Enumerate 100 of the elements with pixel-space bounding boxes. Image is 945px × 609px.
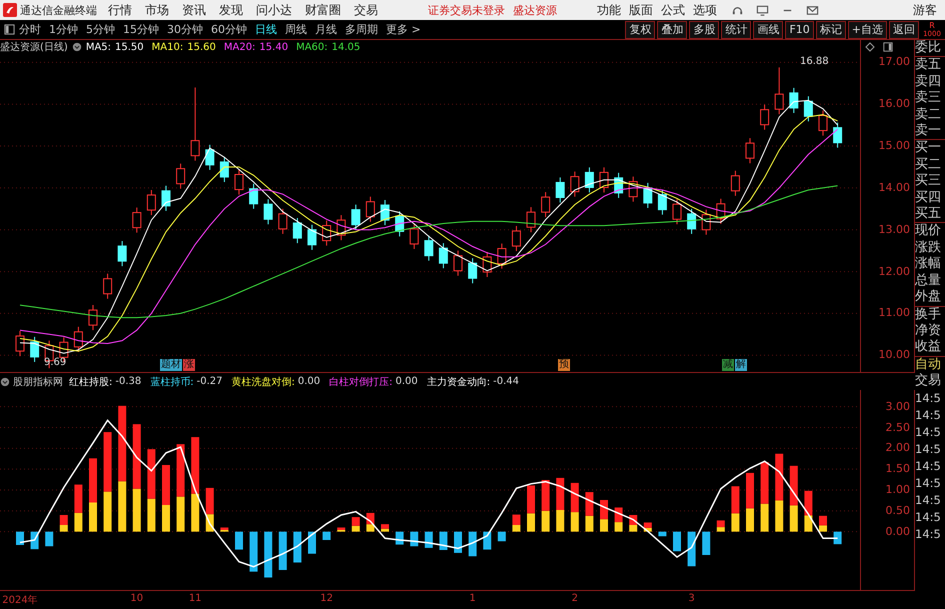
candlestick — [570, 171, 580, 198]
trade-mode-label[interactable]: 自动 — [915, 356, 945, 374]
indicator-label: 红柱持股: — [69, 376, 112, 388]
trade-time: 14:5 — [915, 406, 942, 424]
menu-item[interactable]: 公式 — [661, 2, 685, 18]
time-axis-label: 1 — [469, 593, 476, 604]
price-axis-label: 12.00 — [878, 264, 910, 278]
bar — [45, 532, 54, 546]
candlestick — [454, 250, 462, 276]
period-tab[interactable]: 日线 — [255, 22, 277, 37]
bar — [498, 532, 506, 542]
quote-field-label: 总量 — [915, 272, 942, 290]
trade-time: 14:5 — [915, 508, 942, 526]
menu-item[interactable]: 版面 — [629, 2, 653, 18]
bar — [819, 525, 827, 532]
quote-field-label: 卖一 — [915, 123, 942, 140]
bar — [439, 532, 448, 550]
event-marker[interactable]: 减 — [722, 359, 734, 371]
menu-item[interactable]: 资讯 — [182, 2, 206, 18]
candlestick — [687, 208, 696, 234]
toolbar-button[interactable]: 标记 — [816, 20, 846, 38]
bar — [176, 444, 185, 497]
candlestick — [190, 86, 200, 162]
status-text: 盛达资源 — [513, 2, 557, 18]
bar — [570, 482, 579, 512]
candlestick — [672, 198, 682, 225]
bar — [264, 532, 272, 578]
chart-title: 盛达资源(日线) — [0, 40, 68, 54]
toolbar-button[interactable]: 复权 — [625, 20, 656, 38]
menu-item[interactable]: 选项 — [693, 2, 717, 18]
monitor-icon[interactable] — [756, 4, 769, 16]
price-axis-label: 10.00 — [878, 348, 910, 362]
time-axis-label: 10 — [130, 593, 144, 604]
panel-toggle-icon[interactable] — [4, 24, 15, 35]
bar — [819, 516, 827, 526]
period-tab[interactable]: 周线 — [285, 22, 307, 37]
ma-legend-name: MA10: — [152, 42, 184, 52]
bar — [556, 478, 564, 510]
period-tab[interactable]: 30分钟 — [167, 22, 203, 37]
candlestick — [424, 235, 434, 262]
menu-item[interactable]: 发现 — [219, 2, 243, 18]
period-tab[interactable]: 5分钟 — [86, 22, 115, 37]
period-tab[interactable]: 60分钟 — [211, 22, 247, 37]
toolbar-button[interactable]: 多股 — [689, 20, 720, 38]
event-marker[interactable]: 题材 — [160, 359, 182, 371]
bar — [702, 532, 710, 555]
toolbar-button[interactable]: +自选 — [848, 20, 887, 38]
candlestick — [103, 273, 112, 300]
toolbar-button[interactable]: 画线 — [753, 20, 784, 38]
time-axis-label: 12 — [320, 593, 333, 604]
bar — [600, 519, 608, 532]
trade-time: 14:5 — [915, 474, 942, 492]
event-marker[interactable]: 预 — [558, 359, 570, 371]
period-tab[interactable]: 15分钟 — [123, 22, 159, 37]
toolbar-button[interactable]: 返回 — [889, 20, 919, 38]
bar — [16, 532, 24, 545]
trade-time: 14:5 — [915, 526, 942, 543]
menu-item[interactable]: 行情 — [108, 2, 132, 18]
bar — [250, 532, 258, 572]
menu-item[interactable]: 财富圈 — [305, 2, 341, 18]
menu-item[interactable]: 问小达 — [256, 2, 292, 18]
indicator-label: 蓝柱持币: — [150, 376, 194, 388]
corner-label: R — [929, 22, 935, 30]
quote-field-label: 涨跌 — [915, 240, 942, 256]
period-tab[interactable]: 月线 — [315, 22, 337, 37]
bar — [89, 502, 97, 532]
candlestick — [541, 192, 550, 218]
toolbar-button[interactable]: F10 — [785, 20, 814, 38]
period-tab[interactable]: 多周期 — [345, 22, 378, 37]
bar — [191, 494, 200, 532]
event-marker[interactable]: 涨 — [183, 359, 195, 371]
bar — [775, 500, 784, 532]
user-label[interactable]: 游客 — [913, 2, 937, 18]
bar — [614, 522, 623, 532]
ma-legend-name: MA60: — [296, 42, 328, 52]
period-tab[interactable]: 1分钟 — [49, 22, 78, 37]
candlestick — [658, 189, 667, 216]
trade-header: 交易 — [915, 373, 942, 390]
price-axis-label: 13.00 — [878, 222, 910, 236]
diamond-icon[interactable] — [865, 42, 875, 52]
panel-toggle-icon[interactable] — [883, 42, 893, 52]
candlestick — [74, 326, 83, 352]
bar — [760, 504, 769, 532]
menu-item[interactable]: 交易 — [354, 2, 378, 18]
bar — [673, 532, 681, 552]
period-tab[interactable]: 分时 — [19, 22, 41, 37]
quote-field-label: 卖四 — [915, 74, 942, 90]
price-axis-label: 14.00 — [878, 180, 910, 194]
candlestick — [556, 176, 565, 204]
menu-item[interactable]: 市场 — [145, 2, 169, 18]
toolbar-button[interactable]: 统计 — [721, 20, 752, 38]
bar — [118, 481, 126, 532]
event-marker[interactable]: 解 — [735, 359, 747, 371]
period-tab[interactable]: 更多 > — [386, 22, 421, 37]
bar — [424, 532, 433, 548]
bar — [104, 432, 112, 492]
toolbar-button[interactable]: 叠加 — [657, 20, 688, 38]
quote-field-label: 买二 — [915, 156, 942, 174]
menu-item[interactable]: 功能 — [597, 2, 621, 18]
mail-icon[interactable] — [806, 4, 819, 16]
